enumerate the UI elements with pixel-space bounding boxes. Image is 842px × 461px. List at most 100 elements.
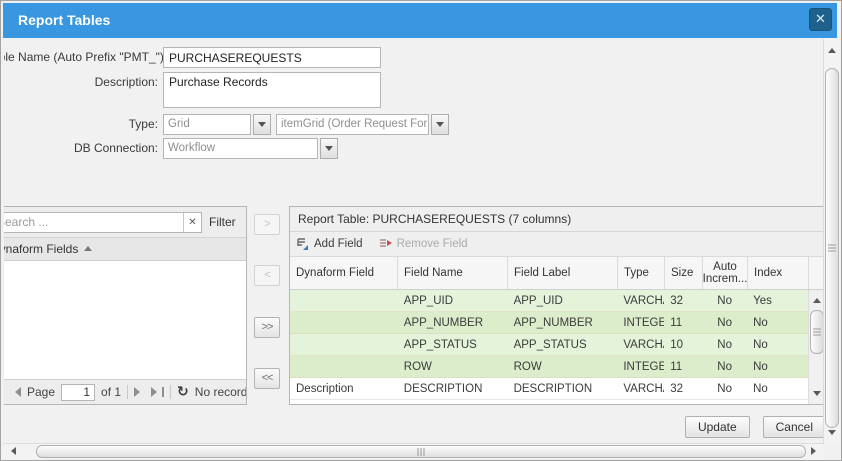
remove-field-label: Remove Field xyxy=(397,238,468,250)
column-header-dynaform-field[interactable]: Dynaform Field xyxy=(290,257,398,289)
table-row[interactable]: APP_NUMBER APP_NUMBER INTEGER 11 No No xyxy=(290,312,808,334)
table-row[interactable]: APP_STATUS APP_STATUS VARCHAR 10 No No xyxy=(290,334,808,356)
scroll-down-icon[interactable] xyxy=(813,391,821,400)
cell-index: No xyxy=(747,339,808,351)
cell-type: INTEGER xyxy=(617,361,664,373)
grid-column-headers: Dynaform Field Field Name Field Label Ty… xyxy=(290,257,824,290)
column-header-size[interactable]: Size xyxy=(665,257,703,289)
footer-actions: Update Cancel xyxy=(685,416,824,438)
table-row[interactable]: ROW ROW INTEGER 11 No No xyxy=(290,356,808,378)
description-input[interactable]: Purchase Records xyxy=(163,72,381,108)
next-page-button[interactable] xyxy=(134,387,145,397)
close-button[interactable]: ✕ xyxy=(809,8,832,31)
column-header-field-label[interactable]: Field Label xyxy=(508,257,618,289)
sort-ascending-icon xyxy=(84,242,92,251)
db-connection-value: Workflow xyxy=(163,138,318,159)
report-tables-dialog: Report Tables ✕ Table Name (Auto Prefix … xyxy=(0,0,842,461)
scroll-up-icon[interactable] xyxy=(813,294,821,303)
cell-size: 10 xyxy=(664,339,702,351)
pager-status: No records xyxy=(195,385,246,399)
description-label: Description: xyxy=(4,72,163,93)
type-label: Type: xyxy=(4,114,163,135)
dynaform-fields-column-header[interactable]: Dynaform Fields xyxy=(4,238,246,261)
type-select-value: Grid xyxy=(163,114,251,135)
previous-page-button[interactable] xyxy=(10,387,21,397)
cell-field-label: APP_UID xyxy=(508,295,618,307)
type-select[interactable]: Grid xyxy=(163,114,271,135)
cell-field-name: DESCRIPTION xyxy=(398,383,508,395)
cell-field-name: ROW xyxy=(398,361,508,373)
dynaform-fields-header-label: Dynaform Fields xyxy=(4,238,78,260)
filter-button[interactable]: Filter xyxy=(209,215,236,229)
description-row: Description: Purchase Records xyxy=(4,72,381,108)
clear-search-button[interactable]: ✕ xyxy=(183,213,201,232)
vertical-scrollbar-thumb[interactable] xyxy=(825,68,839,428)
cell-size: 32 xyxy=(664,383,702,395)
dialog-vertical-scrollbar[interactable] xyxy=(823,39,840,444)
cell-auto-increment: No xyxy=(702,295,747,307)
dynaform-fields-list xyxy=(4,261,246,379)
add-field-label: Add Field xyxy=(314,238,363,250)
scroll-left-icon[interactable] xyxy=(7,447,16,455)
add-field-button[interactable]: Add Field xyxy=(296,237,363,251)
chevron-down-icon xyxy=(325,146,333,155)
cell-index: No xyxy=(747,383,808,395)
table-name-input[interactable] xyxy=(163,47,381,68)
horizontal-scrollbar-thumb[interactable] xyxy=(36,445,806,458)
last-page-button[interactable] xyxy=(151,387,164,397)
dialog-horizontal-scrollbar[interactable] xyxy=(3,443,824,459)
cell-auto-increment: No xyxy=(702,383,747,395)
report-table-toolbar: Add Field Remove Field xyxy=(290,232,824,257)
cell-auto-increment: No xyxy=(702,339,747,351)
dialog-title: Report Tables xyxy=(18,3,110,38)
column-header-auto-increment[interactable]: Auto Increm... xyxy=(703,257,748,289)
column-header-field-name[interactable]: Field Name xyxy=(398,257,508,289)
grid-select-value: itemGrid (Order Request Form) xyxy=(276,114,429,135)
move-right-button[interactable]: > xyxy=(254,214,280,235)
report-table-header: Report Table: PURCHASEREQUESTS (7 column… xyxy=(290,207,824,232)
search-box: ✕ xyxy=(4,212,202,233)
table-row[interactable]: APP_UID APP_UID VARCHAR 32 No Yes xyxy=(290,290,808,312)
grid-select-arrow[interactable] xyxy=(431,114,449,135)
column-header-index[interactable]: Index xyxy=(748,257,809,289)
add-field-icon xyxy=(296,237,310,251)
remove-field-button[interactable]: Remove Field xyxy=(379,237,468,251)
move-all-right-button[interactable]: >> xyxy=(254,317,280,338)
clear-search-icon: ✕ xyxy=(188,217,196,228)
search-toolbar: ✕ Filter xyxy=(4,207,246,238)
field-transfer-panels: ✕ Filter Dynaform Fields Page xyxy=(4,206,824,406)
scroll-down-icon[interactable] xyxy=(828,430,836,439)
type-select-arrow[interactable] xyxy=(253,114,271,135)
db-connection-arrow[interactable] xyxy=(320,138,338,159)
cell-type: VARCHAR xyxy=(617,339,664,351)
cell-size: 11 xyxy=(664,361,702,373)
update-button[interactable]: Update xyxy=(685,416,750,438)
move-left-button[interactable]: < xyxy=(254,265,280,286)
cell-auto-increment: No xyxy=(702,317,747,329)
cell-field-name: APP_UID xyxy=(398,295,508,307)
grid-select[interactable]: itemGrid (Order Request Form) xyxy=(276,114,449,135)
move-all-left-button[interactable]: << xyxy=(254,368,280,389)
dynaform-fields-panel: ✕ Filter Dynaform Fields Page xyxy=(4,206,247,405)
scroll-right-icon[interactable] xyxy=(811,447,820,455)
table-row[interactable]: Description DESCRIPTION DESCRIPTION VARC… xyxy=(290,378,808,400)
db-connection-label: DB Connection: xyxy=(4,138,163,159)
cell-dynaform-field: Description xyxy=(290,383,398,395)
cell-field-label: APP_NUMBER xyxy=(508,317,618,329)
type-row: Type: Grid itemGrid (Order Request Form) xyxy=(4,114,449,135)
search-input[interactable] xyxy=(4,213,183,232)
cell-type: VARCHAR xyxy=(617,295,664,307)
cell-size: 11 xyxy=(664,317,702,329)
scroll-up-icon[interactable] xyxy=(828,44,836,53)
grid-scrollbar-thumb[interactable] xyxy=(810,310,824,354)
close-icon: ✕ xyxy=(815,12,826,27)
table-name-row: Table Name (Auto Prefix "PMT_"): xyxy=(4,47,381,68)
grid-scrollbar[interactable] xyxy=(808,290,824,404)
db-connection-select[interactable]: Workflow xyxy=(163,138,338,159)
scrollbar-grip xyxy=(828,245,836,252)
cell-field-name: APP_STATUS xyxy=(398,339,508,351)
page-number-input[interactable] xyxy=(61,384,95,401)
column-header-type[interactable]: Type xyxy=(618,257,665,289)
cancel-button[interactable]: Cancel xyxy=(763,416,824,438)
refresh-icon[interactable]: ↻ xyxy=(177,385,189,399)
